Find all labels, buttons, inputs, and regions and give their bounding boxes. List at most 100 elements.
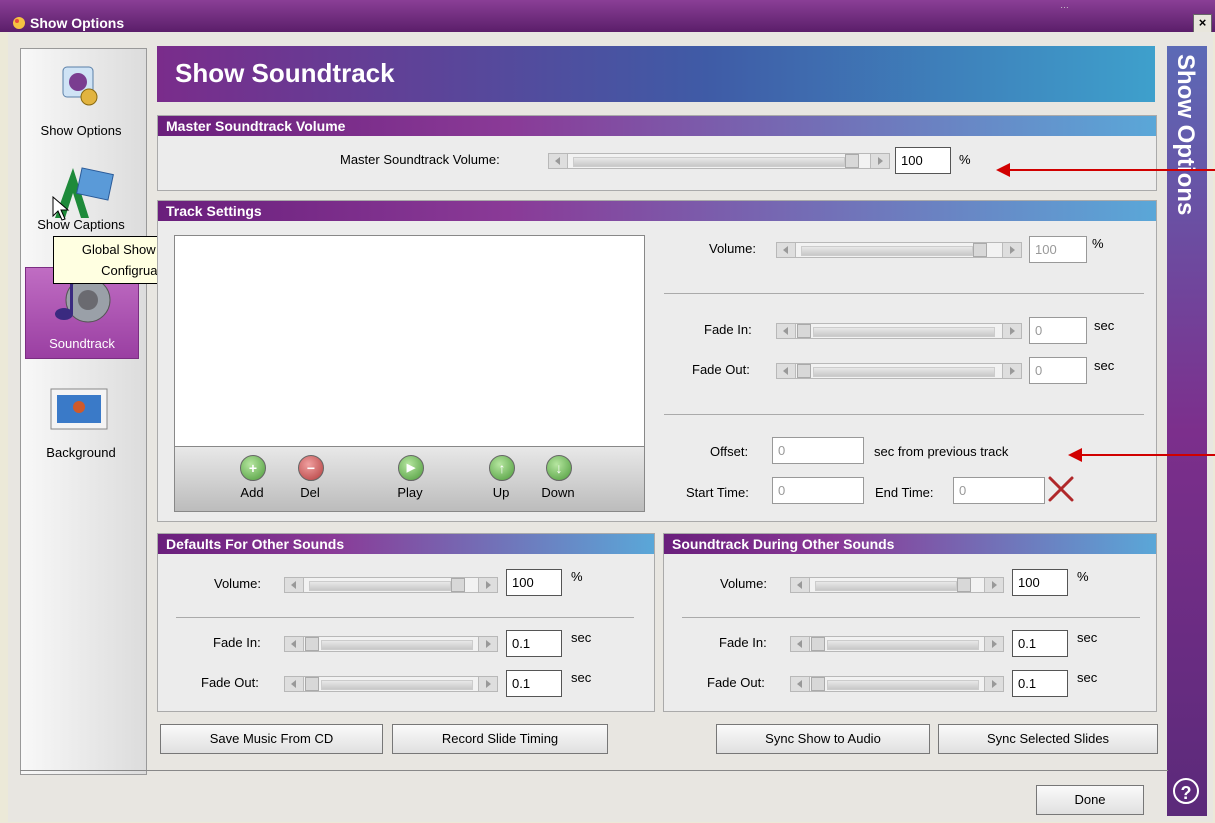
- page-title: Show Soundtrack: [175, 58, 395, 88]
- right-sidebar: Show Options: [1167, 46, 1207, 816]
- left-nav: Show Options Show Captions Soundtrack Ba…: [20, 48, 147, 775]
- start-time-input[interactable]: 0: [772, 477, 864, 504]
- add-button-label: Add: [240, 485, 264, 500]
- sync-selected-slides-button[interactable]: Sync Selected Slides: [938, 724, 1158, 754]
- defaults-volume-label: Volume:: [214, 576, 261, 591]
- defaults-fade-out-label: Fade Out:: [201, 675, 259, 690]
- start-time-label: Start Time:: [686, 485, 749, 500]
- track-fade-in-slider[interactable]: [776, 323, 1022, 339]
- track-fade-out-input[interactable]: 0: [1029, 357, 1087, 384]
- help-icon[interactable]: ?: [1173, 778, 1199, 804]
- unit-label: sec: [1094, 358, 1115, 373]
- track-fade-out-label: Fade Out:: [692, 362, 750, 377]
- record-slide-timing-button[interactable]: Record Slide Timing: [392, 724, 608, 754]
- nav-label: Background: [46, 445, 116, 460]
- section-header: Master Soundtrack Volume: [158, 116, 1156, 136]
- defaults-fade-out-slider[interactable]: [284, 676, 498, 692]
- close-button[interactable]: ×: [1193, 14, 1212, 33]
- annotation-arrow: [1008, 169, 1215, 171]
- defaults-fade-in-label: Fade In:: [213, 635, 261, 650]
- during-fade-in-slider[interactable]: [790, 636, 1004, 652]
- track-volume-slider[interactable]: [776, 242, 1022, 258]
- offset-label: Offset:: [710, 444, 749, 459]
- title-bar: … Show Options: [0, 0, 1215, 32]
- section-header: Soundtrack During Other Sounds: [664, 534, 1156, 554]
- unit-label: %: [1092, 236, 1104, 251]
- unit-label: sec: [571, 670, 592, 685]
- during-fade-out-input[interactable]: 0.1: [1012, 670, 1068, 697]
- divider: [664, 414, 1144, 415]
- unit-label: sec: [571, 630, 592, 645]
- unit-label: sec: [1077, 630, 1098, 645]
- end-time-input[interactable]: 0: [953, 477, 1045, 504]
- track-fade-out-slider[interactable]: [776, 363, 1022, 379]
- during-volume-slider[interactable]: [790, 577, 1004, 593]
- nav-item-background[interactable]: Background: [25, 379, 137, 469]
- app-icon: [13, 17, 25, 29]
- master-volume-label: Master Soundtrack Volume:: [340, 152, 500, 167]
- defaults-fade-in-input[interactable]: 0.1: [506, 630, 562, 657]
- defaults-section: Defaults For Other Sounds Volume: 100 % …: [157, 533, 655, 712]
- sync-show-to-audio-button[interactable]: Sync Show to Audio: [716, 724, 930, 754]
- defaults-fade-in-slider[interactable]: [284, 636, 498, 652]
- unit-label: sec: [1094, 318, 1115, 333]
- unit-label: %: [1077, 569, 1089, 584]
- divider: [682, 617, 1140, 618]
- nav-item-show-captions[interactable]: Show Captions: [25, 159, 137, 239]
- delete-button[interactable]: −: [298, 455, 324, 481]
- done-button[interactable]: Done: [1036, 785, 1144, 815]
- during-section: Soundtrack During Other Sounds Volume: 1…: [663, 533, 1157, 712]
- master-volume-section: Master Soundtrack Volume Master Soundtra…: [157, 115, 1157, 191]
- master-volume-slider[interactable]: [548, 153, 890, 169]
- defaults-volume-slider[interactable]: [284, 577, 498, 593]
- divider: [20, 770, 1168, 771]
- add-button[interactable]: +: [240, 455, 266, 481]
- defaults-volume-input[interactable]: 100: [506, 569, 562, 596]
- delete-button-label: Del: [300, 485, 320, 500]
- annotation-arrowhead: [996, 163, 1010, 177]
- track-volume-input[interactable]: 100: [1029, 236, 1087, 263]
- clear-times-icon[interactable]: [1046, 474, 1076, 504]
- save-music-from-cd-button[interactable]: Save Music From CD: [160, 724, 383, 754]
- during-fade-in-label: Fade In:: [719, 635, 767, 650]
- move-up-button-label: Up: [492, 485, 510, 500]
- unit-label: sec: [1077, 670, 1098, 685]
- divider: [176, 617, 634, 618]
- annotation-arrowhead: [1068, 448, 1082, 462]
- show-options-icon: [62, 66, 98, 106]
- track-list-toolbar: + Add − Del ▶ Play ↑ Up ↓ Down: [174, 446, 645, 512]
- during-fade-out-slider[interactable]: [790, 676, 1004, 692]
- nav-item-show-options[interactable]: Show Options: [25, 59, 137, 144]
- move-down-button[interactable]: ↓: [546, 455, 572, 481]
- end-time-label: End Time:: [875, 485, 934, 500]
- mouse-cursor-icon: [52, 196, 70, 221]
- defaults-fade-out-input[interactable]: 0.1: [506, 670, 562, 697]
- master-volume-input[interactable]: 100: [895, 147, 951, 174]
- section-header: Defaults For Other Sounds: [158, 534, 654, 554]
- background-icon: [50, 388, 108, 430]
- play-button[interactable]: ▶: [398, 455, 424, 481]
- during-volume-label: Volume:: [720, 576, 767, 591]
- nav-label: Soundtrack: [49, 336, 115, 351]
- track-fade-in-label: Fade In:: [704, 322, 752, 337]
- page-header: Show Soundtrack: [157, 46, 1155, 102]
- unit-label: %: [959, 152, 971, 167]
- divider: [664, 293, 1144, 294]
- unit-label: %: [571, 569, 583, 584]
- nav-label: Show Captions: [37, 217, 125, 232]
- during-fade-in-input[interactable]: 0.1: [1012, 630, 1068, 657]
- title-bar-remnant: …: [1060, 0, 1069, 10]
- move-up-button[interactable]: ↑: [489, 455, 515, 481]
- track-fade-in-input[interactable]: 0: [1029, 317, 1087, 344]
- offset-input[interactable]: 0: [772, 437, 864, 464]
- play-button-label: Play: [397, 485, 423, 500]
- annotation-arrow: [1080, 454, 1215, 456]
- nav-label: Show Options: [40, 123, 122, 138]
- section-header: Track Settings: [158, 201, 1156, 221]
- during-fade-out-label: Fade Out:: [707, 675, 765, 690]
- offset-suffix: sec from previous track: [874, 444, 1009, 459]
- sidebar-title: Show Options: [1172, 54, 1199, 216]
- track-volume-label: Volume:: [709, 241, 756, 256]
- during-volume-input[interactable]: 100: [1012, 569, 1068, 596]
- move-down-button-label: Down: [541, 485, 575, 500]
